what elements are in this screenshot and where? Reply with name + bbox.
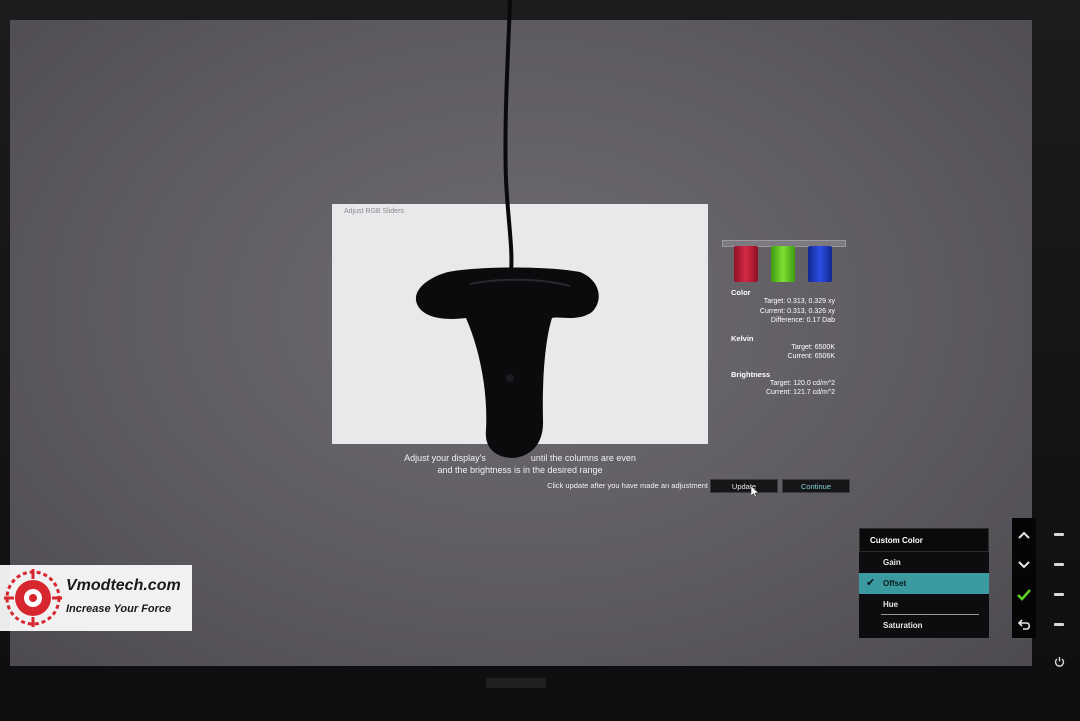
up-icon[interactable] — [1014, 525, 1034, 545]
brightness-heading: Brightness — [731, 369, 771, 379]
color-current: Current: 0.313, 0.326 xy — [759, 307, 835, 315]
kelvin-heading: Kelvin — [731, 333, 754, 343]
kelvin-current: Current: 6506K — [787, 353, 835, 360]
check-icon[interactable] — [1014, 585, 1034, 605]
hardware-button-3[interactable] — [1054, 593, 1064, 596]
calibration-window-title: Adjust RGB Sliders — [344, 208, 404, 215]
hardware-button-4[interactable] — [1054, 623, 1064, 626]
osd-title: Custom Color — [859, 528, 989, 552]
color-difference: Difference: 0.17 Dab — [770, 317, 835, 324]
measurement-panel: Color Target: 0.313, 0.329 xy Current: 0… — [731, 288, 851, 406]
brightness-current: Current: 121.7 cd/m^2 — [765, 389, 835, 396]
osd-item-offset[interactable]: ✔ Offset — [859, 573, 989, 594]
monitor-brand-logo — [486, 678, 546, 688]
watermark-title: Vmodtech.com — [66, 577, 181, 594]
color-target: Target: 0.313, 0.329 xy — [763, 298, 835, 305]
osd-item-hue[interactable]: Hue — [859, 594, 989, 615]
osd-item-gain-label: Gain — [883, 558, 901, 567]
color-stats: Color Target: 0.313, 0.329 xy Current: 0… — [731, 288, 851, 326]
osd-item-saturation[interactable]: Saturation — [859, 615, 989, 636]
osd-menu: Custom Color Gain ✔ Offset Hue Saturatio… — [859, 528, 989, 638]
down-icon[interactable] — [1014, 555, 1034, 575]
blue-column — [808, 246, 832, 282]
checkmark-icon: ✔ — [866, 577, 876, 589]
instruction-line-2: and the brightness is in the desired ran… — [437, 465, 603, 475]
hardware-button-1[interactable] — [1054, 533, 1064, 536]
instruction-line-1-start: Adjust your display's — [404, 453, 489, 463]
update-button[interactable]: Update — [710, 479, 778, 493]
red-column — [734, 246, 758, 282]
update-hint: Click update after you have made an adju… — [547, 481, 708, 490]
kelvin-target: Target: 6500K — [791, 343, 835, 351]
osd-item-hue-label: Hue — [883, 600, 899, 609]
osd-item-offset-label: Offset — [883, 579, 907, 588]
power-icon[interactable] — [1054, 656, 1065, 667]
green-column — [771, 246, 795, 282]
osd-item-gain[interactable]: Gain — [859, 552, 989, 573]
instruction-line-1-end: until the columns are even — [530, 453, 636, 463]
calibration-window: Adjust RGB Sliders — [332, 204, 708, 444]
watermark: Vmodtech.com Increase Your Force — [0, 565, 192, 631]
kelvin-stats: Kelvin Target: 6500K Current: 6506K — [731, 334, 851, 362]
back-icon[interactable] — [1014, 614, 1034, 634]
brightness-target: Target: 120.0 cd/m^2 — [769, 379, 835, 387]
instruction-line-1: Adjust your display's until the columns … — [380, 452, 660, 464]
osd-item-saturation-label: Saturation — [883, 621, 923, 630]
watermark-subtitle: Increase Your Force — [66, 603, 172, 615]
hardware-button-2[interactable] — [1054, 563, 1064, 566]
color-heading: Color — [731, 288, 751, 297]
instruction-text: Adjust your display's until the columns … — [380, 452, 660, 476]
brightness-stats: Brightness Target: 120.0 cd/m^2 Current:… — [731, 370, 851, 398]
continue-button[interactable]: Continue — [782, 479, 850, 493]
vmodtech-logo-icon — [4, 569, 62, 627]
mouse-cursor-icon — [751, 486, 759, 498]
